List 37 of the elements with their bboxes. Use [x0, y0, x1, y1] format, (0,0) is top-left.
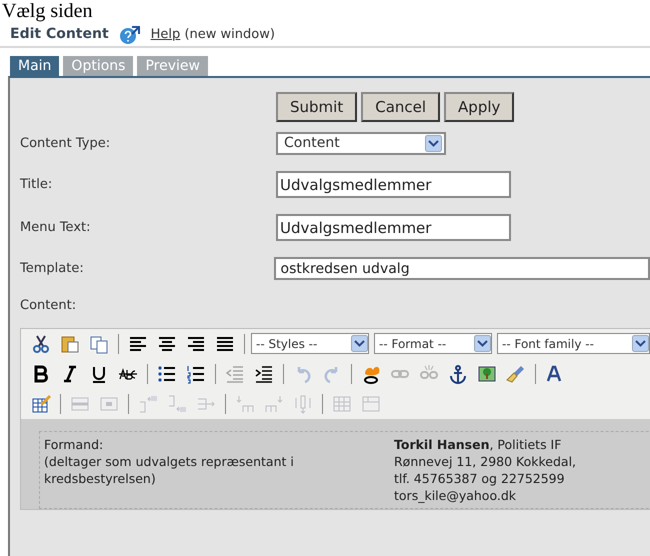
toolbar-dropdown[interactable]: -- Font family --	[497, 333, 650, 354]
field-label: Template:	[19, 260, 85, 278]
template-field[interactable]: ostkredsen udvalg	[274, 257, 650, 280]
text-field[interactable]: Udvalgsmedlemmer	[276, 171, 511, 198]
caret-icon	[632, 335, 649, 352]
content-type-select[interactable]: Content	[276, 132, 446, 155]
clipboard-icon[interactable]	[60, 334, 80, 354]
content-label: Content:	[19, 297, 78, 315]
form-button[interactable]: Submit	[276, 92, 358, 122]
help-link[interactable]: Help	[150, 26, 180, 42]
tab[interactable]: Main	[10, 56, 60, 76]
field-label: Content Type:	[19, 134, 112, 153]
table-edit-icon[interactable]	[31, 394, 51, 414]
table-cell-text: Formand: (deltager som udvalgets repræsentant i kredsbestyrelsen)	[44, 436, 295, 488]
toolbar-dropdown[interactable]: -- Format --	[374, 333, 492, 354]
page-title: Edit Content	[10, 25, 109, 44]
field-label: Menu Text:	[19, 218, 92, 237]
scissors-icon[interactable]	[31, 334, 51, 354]
help-icon[interactable]	[118, 24, 141, 44]
table-cell: Torkil Hansen, Politiets IF Rønnevej 11, 2980 Kokkedal, tlf. 45765387 og 22752599 tors_kile@yahoo.dk	[394, 436, 576, 504]
caret-icon	[425, 135, 442, 152]
field-label: Title:	[19, 176, 54, 194]
toolbar-dropdown[interactable]: -- Styles --	[251, 333, 369, 354]
indent-icon[interactable]	[254, 364, 274, 384]
brush-icon[interactable]	[506, 364, 526, 384]
form-button[interactable]: Apply	[444, 92, 514, 122]
help-note: (new window)	[184, 26, 275, 42]
text-field[interactable]: Udvalgsmedlemmer	[276, 214, 511, 241]
copy-icon[interactable]	[89, 334, 109, 354]
bullet-list-icon[interactable]	[157, 364, 177, 384]
numbered-list-icon[interactable]	[186, 364, 206, 384]
page-heading: Vælg siden	[2, 0, 93, 22]
anchor-icon[interactable]	[448, 364, 468, 384]
caret-icon	[474, 335, 491, 352]
caret-icon	[351, 335, 368, 352]
image-icon[interactable]	[477, 364, 497, 384]
form-button[interactable]: Cancel	[361, 92, 440, 122]
